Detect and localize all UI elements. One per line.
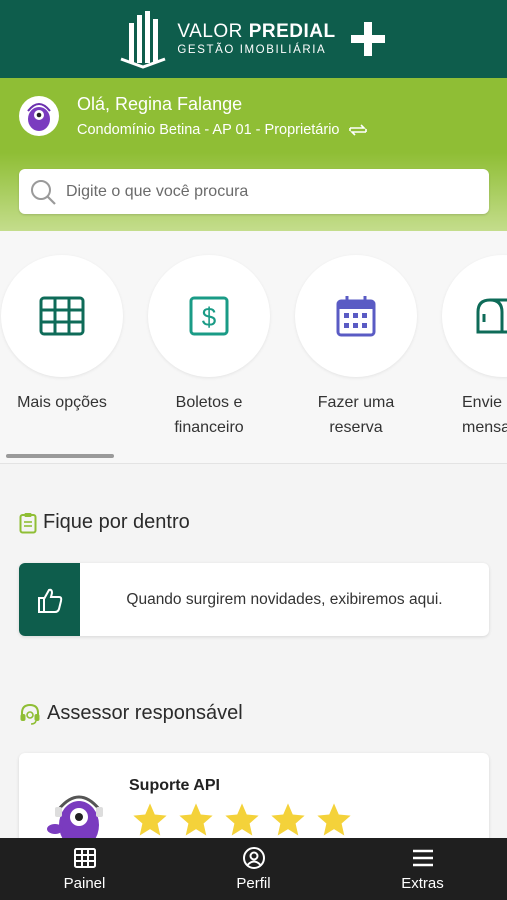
shortcut-reserva[interactable]: Fazer uma reserva: [295, 255, 417, 440]
section-news-header: Fique por dentro: [19, 511, 190, 534]
clipboard-icon: [19, 512, 37, 533]
building-logo-icon: [120, 11, 166, 69]
app-header: VALOR PREDIAL GESTÃO IMOBILIÁRIA: [0, 0, 507, 78]
thumbs-up-icon: [37, 588, 62, 613]
svg-text:$: $: [202, 302, 217, 332]
unit-label: Condomínio Betina - AP 01 - Proprietário: [77, 121, 340, 138]
plus-logo-icon: [350, 22, 385, 56]
nav-label: Painel: [63, 875, 106, 892]
shortcut-label-line1: Boletos e: [175, 394, 243, 411]
shortcut-mensagem[interactable]: Envie mensa: [442, 255, 507, 440]
shortcut-label-line2: mensa: [462, 419, 507, 436]
star-icon: [317, 803, 351, 836]
nav-label: Extras: [401, 875, 444, 892]
section-assessor-header: Assessor responsável: [19, 702, 243, 725]
swap-icon[interactable]: [348, 123, 368, 137]
nav-painel[interactable]: Painel: [25, 846, 145, 892]
news-empty-text: Quando surgirem novidades, exibiremos aq…: [126, 590, 443, 608]
nav-extras[interactable]: Extras: [363, 846, 483, 892]
mascot-avatar-icon: [27, 102, 51, 131]
greeting-text: Olá, Regina Falange: [77, 93, 243, 114]
bottom-navigation: Painel Perfil Extras: [0, 838, 507, 900]
headset-icon: [20, 703, 40, 725]
mailbox-icon: [476, 298, 507, 334]
star-icon: [271, 803, 305, 836]
star-icon: [225, 803, 259, 836]
brand-logo: VALOR PREDIAL GESTÃO IMOBILIÁRIA: [119, 9, 387, 69]
section-assessor-title: Assessor responsável: [47, 702, 243, 724]
shortcut-label-line1: Fazer uma: [317, 394, 395, 411]
rating-stars: [131, 801, 353, 839]
logo-word-predial: PREDIAL: [248, 20, 336, 42]
avatar[interactable]: [19, 95, 59, 136]
nav-label: Perfil: [236, 875, 271, 892]
shortcut-label-line2: financeiro: [174, 419, 244, 436]
news-empty-card: Quando surgirem novidades, exibiremos aq…: [19, 563, 489, 636]
star-icon: [179, 803, 213, 836]
shortcut-boletos[interactable]: $ Boletos e financeiro: [148, 255, 270, 440]
star-icon: [133, 803, 167, 836]
carousel-scrollbar[interactable]: [6, 454, 114, 458]
shortcut-mais-opcoes[interactable]: Mais opções: [1, 255, 123, 415]
logo-tagline: GESTÃO IMOBILIÁRIA: [177, 43, 327, 56]
user-icon: [242, 847, 265, 869]
calendar-icon: [336, 296, 376, 337]
shortcut-label: Mais opções: [17, 394, 107, 411]
assessor-name: Suporte API: [129, 777, 220, 794]
section-news-title: Fique por dentro: [43, 511, 190, 533]
unit-switcher[interactable]: Condomínio Betina - AP 01 - Proprietário: [77, 122, 368, 138]
nav-perfil[interactable]: Perfil: [194, 846, 314, 892]
grid-icon: [39, 296, 85, 336]
search-input[interactable]: [66, 182, 466, 201]
user-greeting-bar: Olá, Regina Falange Condomínio Betina - …: [0, 78, 507, 153]
dollar-icon: $: [189, 296, 229, 336]
search-icon: [31, 179, 56, 205]
search-area: [0, 153, 507, 231]
search-box[interactable]: [19, 169, 489, 214]
menu-icon: [412, 849, 433, 867]
shortcuts-carousel[interactable]: Mais opções $ Boletos e financeiro Fazer …: [0, 231, 507, 464]
shortcut-label-line1: Envie: [462, 394, 503, 411]
logo-word-valor: VALOR: [177, 20, 243, 42]
grid-icon: [73, 848, 96, 868]
shortcut-label-line2: reserva: [329, 419, 383, 436]
